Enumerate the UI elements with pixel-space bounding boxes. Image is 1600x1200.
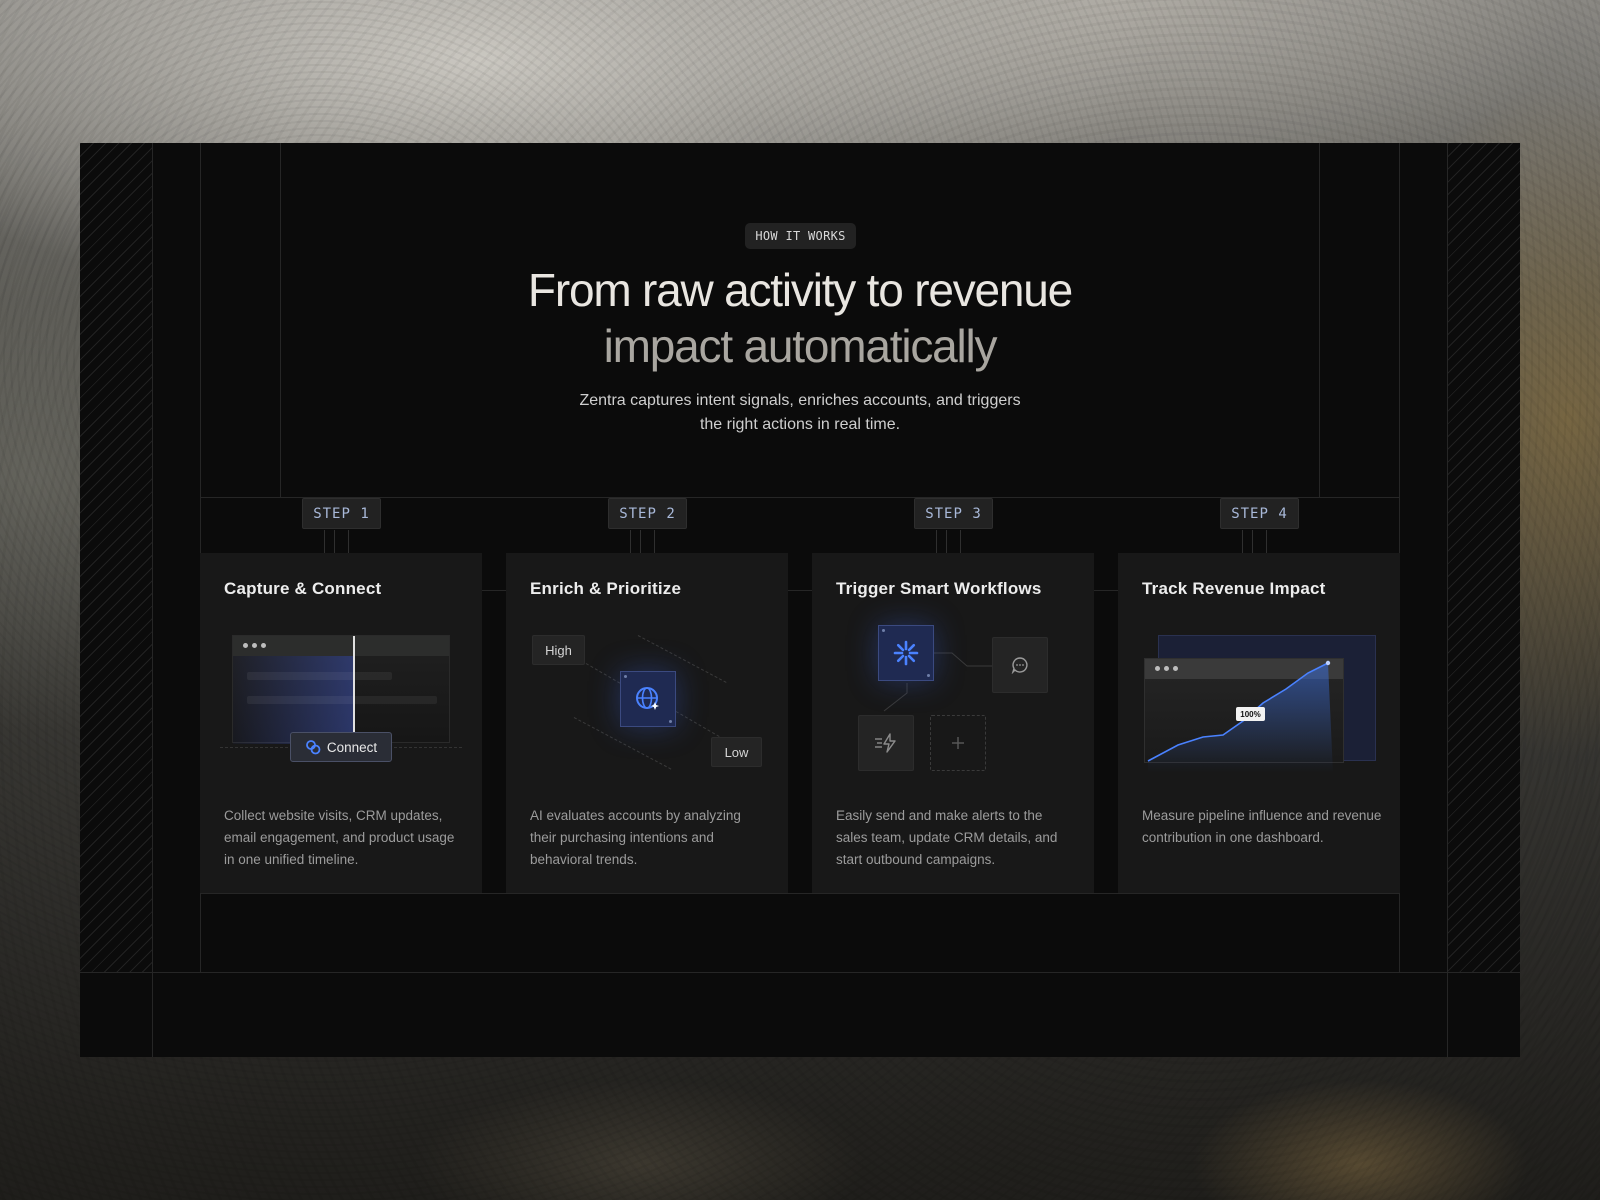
grid-line <box>80 972 1520 973</box>
loader-icon <box>893 640 919 666</box>
step-1-title: Capture & Connect <box>224 579 382 598</box>
step-3-illustration <box>812 623 1094 783</box>
browser-window-illustration <box>232 635 450 744</box>
step-4-badge: STEP 4 <box>1220 498 1299 529</box>
step-3-card: Trigger Smart Workflows Easily send and … <box>812 553 1094 893</box>
connect-button[interactable]: Connect <box>290 732 392 762</box>
chat-icon <box>1011 657 1028 674</box>
step-3-badge: STEP 3 <box>914 498 993 529</box>
headline-line-1: From raw activity to revenue <box>527 264 1073 316</box>
step-2-illustration: High Low <box>506 623 788 783</box>
connector-line <box>1094 590 1118 591</box>
step-1-illustration: Connect <box>200 623 482 783</box>
step-4-illustration: 100% <box>1118 623 1400 783</box>
alert-action-box <box>858 715 914 771</box>
revenue-growth-chart <box>1147 660 1333 773</box>
step-2-description: AI evaluates accounts by analyzing their… <box>530 808 741 867</box>
priority-low-tag: Low <box>711 737 762 767</box>
step-3-description: Easily send and make alerts to the sales… <box>836 808 1058 867</box>
step-2-title: Enrich & Prioritize <box>530 579 682 598</box>
connector-line <box>482 590 506 591</box>
globe-sparkle-icon <box>636 687 659 710</box>
add-action-box[interactable] <box>930 715 986 771</box>
connect-button-label: Connect <box>326 739 378 755</box>
step-2-card: Enrich & Prioritize High Low AI evaluate… <box>506 553 788 893</box>
grid-line <box>200 893 1400 894</box>
step-4-title: Track Revenue Impact <box>1142 579 1326 598</box>
link-icon <box>305 740 321 755</box>
percent-tooltip: 100% <box>1236 707 1265 721</box>
eyebrow-badge: HOW IT WORKS <box>745 223 856 249</box>
plus-icon <box>952 737 964 749</box>
window-dots-icon <box>243 643 266 648</box>
cursor-line <box>353 636 355 744</box>
section-subtitle: Zentra captures intent signals, enriches… <box>579 392 1021 433</box>
workflow-trigger-chip <box>878 625 934 681</box>
priority-high-tag: High <box>532 635 585 665</box>
connector-line <box>788 590 812 591</box>
chat-action-box <box>992 637 1048 693</box>
ai-enrich-chip <box>620 671 676 727</box>
step-4-card: Track Revenue Impact 100% Measure pipeli… <box>1118 553 1400 893</box>
how-it-works-section: HOW IT WORKS From raw activity to revenu… <box>80 143 1520 1057</box>
step-3-title: Trigger Smart Workflows <box>836 579 1042 598</box>
bolt-icon <box>875 733 896 753</box>
step-2-badge: STEP 2 <box>608 498 687 529</box>
step-4-description: Measure pipeline influence and revenue c… <box>1142 808 1382 845</box>
step-1-description: Collect website visits, CRM updates, ema… <box>224 808 455 867</box>
step-1-badge: STEP 1 <box>302 498 381 529</box>
headline-line-2: impact automatically <box>603 320 998 372</box>
step-1-card: Capture & Connect Connect Collect websit… <box>200 553 482 893</box>
